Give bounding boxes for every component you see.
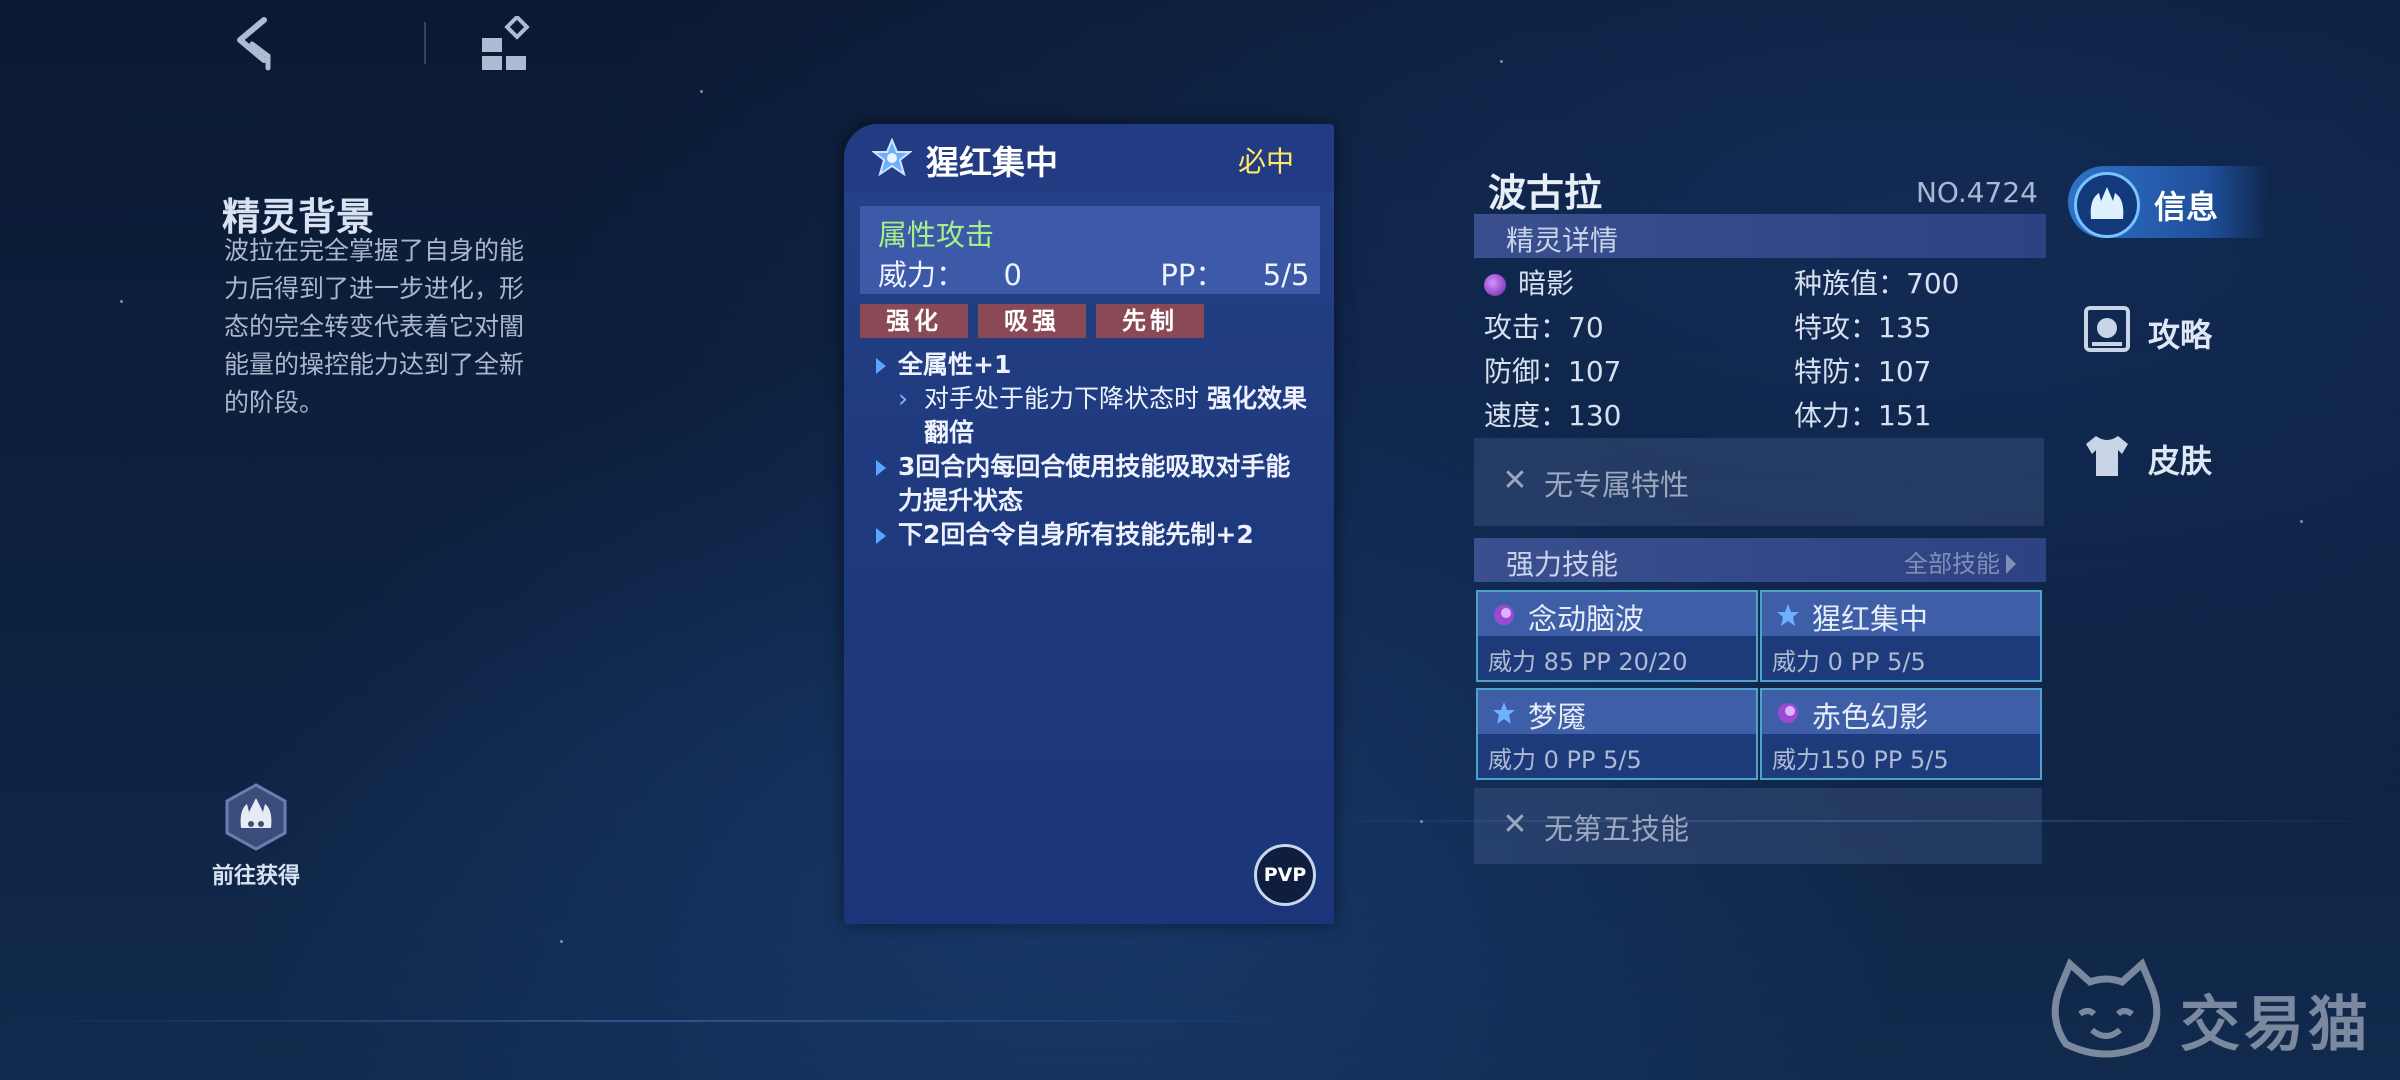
- skill-slot-info: 威力 0 PP 5/5: [1772, 648, 1926, 676]
- stat-hp: 体力：151: [1794, 399, 1932, 432]
- power-value: 0: [1003, 258, 1022, 292]
- cross-icon: ✕: [1502, 463, 1528, 498]
- effect-item: 3回合内每回合使用技能吸取对手能力提升状态: [874, 450, 1314, 518]
- star-decoration: [1500, 60, 1503, 63]
- pp-value: 5/5: [1262, 258, 1310, 292]
- all-skills-label: 全部技能: [1904, 550, 2000, 578]
- sure-hit-label: 必中: [1237, 145, 1294, 178]
- skills-section-header: 强力技能 全部技能: [1474, 538, 2046, 582]
- goto-obtain-label: 前往获得: [211, 864, 300, 889]
- stat-sp-defense: 特防：107: [1794, 355, 1932, 388]
- star-icon: [1493, 702, 1515, 724]
- pet-element-label: 暗影: [1518, 267, 1575, 300]
- skill-slot-header: [1478, 690, 1756, 734]
- tab-guide-label: 攻略: [2148, 316, 2213, 354]
- goto-obtain-button[interactable]: 前往获得: [206, 782, 306, 890]
- star-decoration: [560, 940, 563, 943]
- cross-icon: ✕: [1502, 807, 1528, 842]
- guide-book-icon: [2084, 306, 2130, 352]
- star-decoration: [2300, 520, 2303, 523]
- skill-category: 属性攻击: [878, 218, 995, 252]
- tab-info-label: 信息: [2154, 188, 2219, 226]
- pvp-toggle-button[interactable]: PVP: [1254, 844, 1316, 906]
- star-icon: [872, 138, 912, 177]
- skill-slot-name: 赤色幻影: [1812, 700, 1929, 734]
- bullet-triangle-icon: [876, 528, 886, 544]
- stat-defense: 防御：107: [1484, 355, 1622, 388]
- info-tab-icon: [2074, 172, 2140, 238]
- skill-slot[interactable]: 赤色幻影 威力150 PP 5/5: [1760, 688, 2042, 780]
- skill-slot[interactable]: 念动脑波 威力 85 PP 20/20: [1476, 590, 1758, 682]
- skill-name: 猩红集中: [926, 143, 1058, 182]
- skill-stats-box: 属性攻击 威力： 0 PP： 5/5: [860, 206, 1320, 294]
- fifth-skill-slot: ✕ 无第五技能: [1474, 788, 2042, 864]
- bullet-triangle-icon: [876, 460, 886, 476]
- stat-speed: 速度：130: [1484, 399, 1622, 432]
- background-description: 波拉在完全掌握了自身的能力后得到了进一步进化，形态的完全转变代表着它对闇能量的操…: [224, 236, 525, 417]
- pet-name: 波古拉: [1488, 171, 1603, 215]
- details-section-header: 精灵详情: [1474, 214, 2046, 258]
- skill-detail-card: 猩红集中 必中 属性攻击 威力： 0 PP： 5/5 强化 吸强 先制 全属性+…: [844, 124, 1334, 924]
- effect-text: 3回合内每回合使用技能吸取对手能力提升状态: [898, 452, 1291, 515]
- all-skills-link[interactable]: 全部技能: [1904, 544, 2016, 579]
- skill-power-pp-row: 威力： 0 PP： 5/5: [878, 252, 1309, 294]
- star-decoration: [700, 90, 703, 93]
- skill-tags: 强化 吸强 先制: [860, 304, 1204, 338]
- skill-tag: 强化: [860, 304, 968, 338]
- skill-slot[interactable]: 梦魇 威力 0 PP 5/5: [1476, 688, 1758, 780]
- pp-label: PP：: [1160, 258, 1225, 292]
- details-section-title: 精灵详情: [1506, 224, 1619, 257]
- dark-orb-icon: [1778, 703, 1798, 723]
- dark-element-icon: [1484, 274, 1506, 296]
- race-value: 种族值：700: [1794, 267, 1960, 300]
- skill-slot-info: 威力150 PP 5/5: [1772, 746, 1949, 774]
- effect-text: 全属性+1: [898, 350, 1012, 379]
- tab-skin-label: 皮肤: [2148, 442, 2213, 480]
- star-icon: [1777, 604, 1799, 626]
- grid-line-decoration: [0, 1020, 1300, 1022]
- skill-slot-info: 威力 85 PP 20/20: [1488, 648, 1688, 676]
- skill-slot-name: 梦魇: [1528, 700, 1587, 734]
- effect-item: 下2回合令自身所有技能先制+2: [874, 518, 1314, 552]
- menu-button[interactable]: [478, 14, 534, 72]
- tab-info[interactable]: 信息: [2068, 166, 2268, 238]
- skill-slot[interactable]: 猩红集中 威力 0 PP 5/5: [1760, 590, 2042, 682]
- skill-card-header: 猩红集中 必中: [844, 124, 1334, 192]
- grid-menu-icon: [482, 14, 530, 70]
- cat-logo-icon: [2051, 958, 2161, 1058]
- arrow-right-icon: [2006, 554, 2016, 574]
- back-arrow-icon: [237, 17, 271, 71]
- power-label: 威力：: [878, 258, 966, 292]
- star-decoration: [120, 300, 123, 303]
- tab-guide[interactable]: 攻略: [2076, 298, 2256, 360]
- toolbar-divider: [424, 22, 426, 64]
- trait-text: 无专属特性: [1544, 468, 1690, 502]
- skill-tag: 吸强: [978, 304, 1086, 338]
- stat-sp-attack: 特攻：135: [1794, 311, 1932, 344]
- dark-orb-icon: [1494, 605, 1514, 625]
- skill-slot-name: 猩红集中: [1812, 602, 1929, 636]
- skill-slot-info: 威力 0 PP 5/5: [1488, 746, 1642, 774]
- skill-effects: 全属性+1 › 对手处于能力下降状态时 强化效果翻倍 3回合内每回合使用技能吸取…: [874, 348, 1314, 552]
- effect-sub-item: › 对手处于能力下降状态时 强化效果翻倍: [874, 382, 1314, 450]
- skill-tag: 先制: [1096, 304, 1204, 338]
- chevron-right-icon: ›: [898, 384, 908, 413]
- skills-section-title: 强力技能: [1506, 548, 1619, 581]
- pet-element: 暗影: [1484, 262, 1574, 302]
- trait-slot: ✕ 无专属特性: [1474, 438, 2044, 526]
- effect-item: 全属性+1: [874, 348, 1314, 382]
- effect-sub-text: 对手处于能力下降状态时: [924, 384, 1200, 413]
- watermark: 交易猫: [2046, 958, 2376, 1068]
- tab-skin[interactable]: 皮肤: [2076, 424, 2256, 486]
- back-button[interactable]: [228, 14, 288, 74]
- bullet-triangle-icon: [876, 358, 886, 374]
- effect-text: 下2回合令自身所有技能先制+2: [898, 520, 1254, 549]
- watermark-text: 交易猫: [2180, 990, 2372, 1060]
- pet-number: NO.4724: [1915, 176, 2038, 209]
- skill-slot-name: 念动脑波: [1528, 602, 1645, 636]
- flame-hex-icon: [225, 783, 287, 851]
- shirt-icon: [2086, 436, 2128, 476]
- fifth-skill-text: 无第五技能: [1544, 812, 1690, 846]
- stat-attack: 攻击：70: [1484, 311, 1604, 344]
